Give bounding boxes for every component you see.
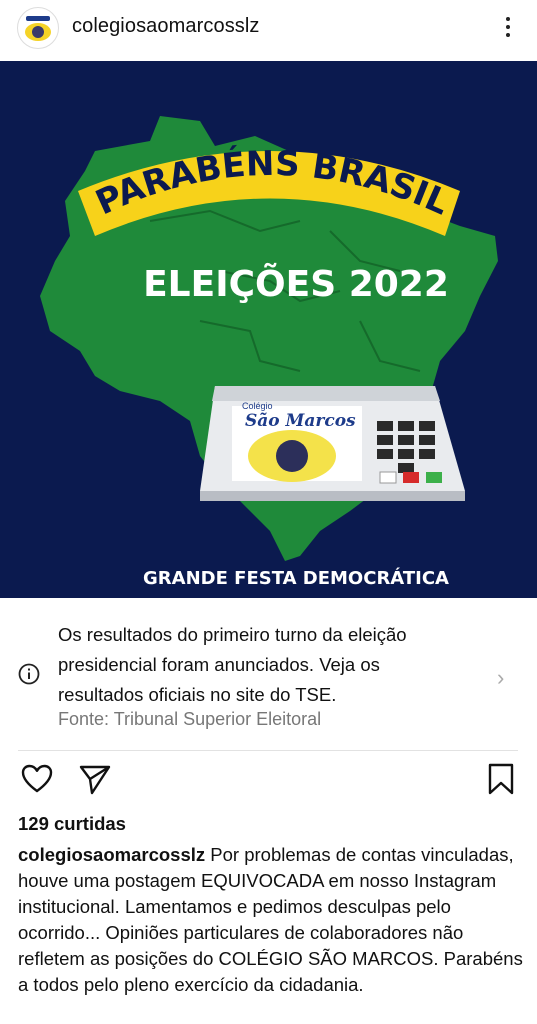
- caption-text: Por problemas de contas vinculadas, houv…: [18, 844, 523, 995]
- caption-username[interactable]: colegiosaomarcosslz: [18, 844, 205, 865]
- image-footer: GRANDE FESTA DEMOCRÁTICA: [143, 567, 449, 589]
- post-image[interactable]: PARABÉNS BRASIL ELEIÇÕES 2022 Colégio Sã…: [0, 61, 537, 598]
- notice-text: Os resultados do primeiro turno da eleiç…: [58, 624, 407, 705]
- urn-label-main: São Marcos: [245, 411, 356, 431]
- likes-count[interactable]: 129 curtidas: [18, 813, 126, 835]
- school-logo-icon: [19, 9, 57, 47]
- info-icon: [18, 663, 40, 685]
- action-bar: [0, 762, 537, 802]
- ballot-box: Colégio São Marcos: [200, 386, 465, 501]
- more-options-icon[interactable]: [496, 10, 520, 44]
- bookmark-icon[interactable]: [484, 762, 518, 796]
- heart-icon[interactable]: [20, 762, 54, 796]
- post-username[interactable]: colegiosaomarcosslz: [72, 15, 260, 38]
- urn-label-top: Colégio: [242, 401, 273, 411]
- divider: [18, 750, 518, 751]
- send-icon[interactable]: [78, 762, 112, 796]
- post-header: colegiosaomarcosslz: [0, 0, 537, 56]
- image-title: ELEIÇÕES 2022: [143, 263, 449, 305]
- notice-source: Fonte: Tribunal Superior Eleitoral: [58, 709, 322, 729]
- avatar[interactable]: [17, 7, 59, 49]
- post-caption: colegiosaomarcosslz Por problemas de con…: [18, 842, 523, 998]
- chevron-right-icon[interactable]: ›: [497, 665, 504, 691]
